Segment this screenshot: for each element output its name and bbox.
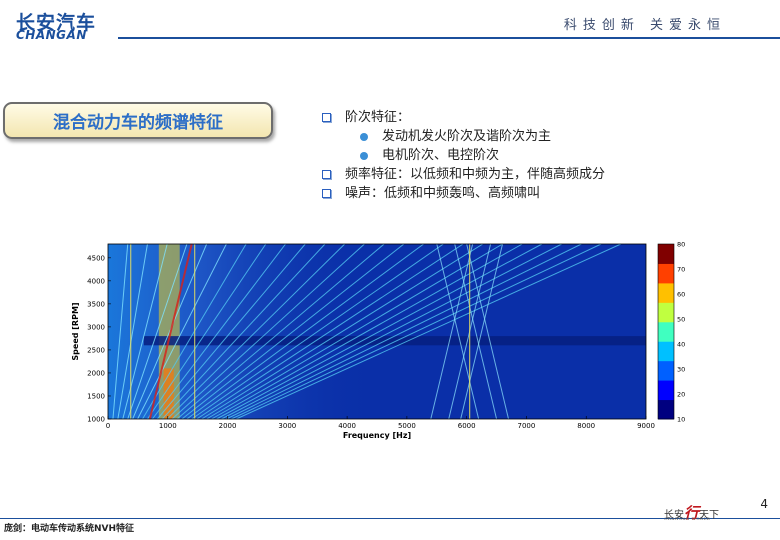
- y-tick-label: 1500: [87, 392, 105, 400]
- y-tick-label: 3000: [87, 323, 105, 331]
- bullet-list: 阶次特征： 发动机发火阶次及谐阶次为主 电机阶次、电控阶次 频率特征：以低频和中…: [322, 108, 605, 203]
- sub-bullet-item: 电机阶次、电控阶次: [322, 146, 605, 165]
- x-tick-label: 1000: [159, 422, 177, 430]
- footer-divider: [0, 518, 780, 519]
- bullet-item: 阶次特征：: [322, 108, 605, 127]
- x-tick-label: 0: [106, 422, 110, 430]
- bullet-text: 频率特征：以低频和中频为主，伴随高频成分: [345, 167, 606, 182]
- bullet-text: 噪声：低频和中频轰鸣、高频啸叫: [345, 186, 541, 201]
- y-tick-label: 2000: [87, 369, 105, 377]
- bullet-item: 噪声：低频和中频轰鸣、高频啸叫: [322, 184, 605, 203]
- colorbar-segment: [658, 360, 674, 381]
- x-tick-label: 5000: [398, 422, 416, 430]
- y-tick-label: 4500: [87, 254, 105, 262]
- spectrogram-chart: 0 1000 2000 3000 4000 5000 6000 7000 8000 9000100…: [71, 241, 685, 441]
- y-tick-label: 3500: [87, 300, 105, 308]
- square-bullet-icon: [322, 189, 331, 198]
- colorbar-tick-label: 30: [677, 366, 685, 374]
- colorbar-segment: [658, 244, 674, 264]
- slide-title-box: 混合动力车的频谱特征: [3, 102, 273, 139]
- colorbar-tick-label: 10: [677, 416, 685, 424]
- square-bullet-icon: [322, 113, 331, 122]
- slogan: 科技创新 关爱永恒: [563, 18, 726, 33]
- sub-bullet-item: 发动机发火阶次及谐阶次为主: [322, 127, 605, 146]
- header-divider: [118, 37, 780, 39]
- colorbar-tick-label: 80: [677, 241, 685, 249]
- colorbar-tick-label: 40: [677, 341, 685, 349]
- footer-text: 庞剑：电动车传动系统NVH特征: [4, 524, 135, 534]
- y-tick-label: 1000: [87, 416, 105, 424]
- colorbar-segment: [658, 341, 674, 362]
- low-frequency-energy: [108, 244, 377, 419]
- footer-logo-sub: CHANGAN WORLD: [664, 516, 711, 521]
- x-tick-label: 3000: [278, 422, 296, 430]
- x-axis-label: Frequency [Hz]: [343, 431, 411, 440]
- colorbar-segment: [658, 399, 674, 420]
- colorbar-tick-label: 50: [677, 316, 685, 324]
- colorbar-segment: [658, 302, 674, 323]
- colorbar-tick-label: 60: [677, 291, 685, 299]
- bullet-item: 频率特征：以低频和中频为主，伴随高频成分: [322, 165, 605, 184]
- x-tick-label: 9000: [637, 422, 655, 430]
- bullet-text: 发动机发火阶次及谐阶次为主: [382, 129, 552, 144]
- page-number: 4: [760, 497, 768, 511]
- slide-title: 混合动力车的频谱特征: [53, 113, 223, 133]
- x-tick-label: 7000: [518, 422, 536, 430]
- colorbar-segment: [658, 380, 674, 401]
- square-bullet-icon: [322, 170, 331, 179]
- dot-bullet-icon: [360, 151, 368, 160]
- dot-bullet-icon: [360, 132, 368, 141]
- y-tick-label: 4000: [87, 277, 105, 285]
- colorbar-segment: [658, 282, 674, 303]
- logo-english: CHANGAN: [16, 28, 87, 42]
- colorbar-segment: [658, 321, 674, 342]
- x-tick-label: 6000: [458, 422, 476, 430]
- colorbar-segment: [658, 263, 674, 284]
- bullet-text: 电机阶次、电控阶次: [382, 148, 500, 163]
- y-tick-label: 2500: [87, 346, 105, 354]
- y-axis-label: Speed [RPM]: [71, 302, 80, 360]
- dark-band: [143, 336, 646, 346]
- x-tick-label: 2000: [219, 422, 237, 430]
- x-tick-label: 8000: [577, 422, 595, 430]
- colorbar-tick-label: 20: [677, 391, 685, 399]
- colorbar-tick-label: 70: [677, 266, 685, 274]
- bullet-text: 阶次特征：: [345, 110, 411, 125]
- x-tick-label: 4000: [338, 422, 356, 430]
